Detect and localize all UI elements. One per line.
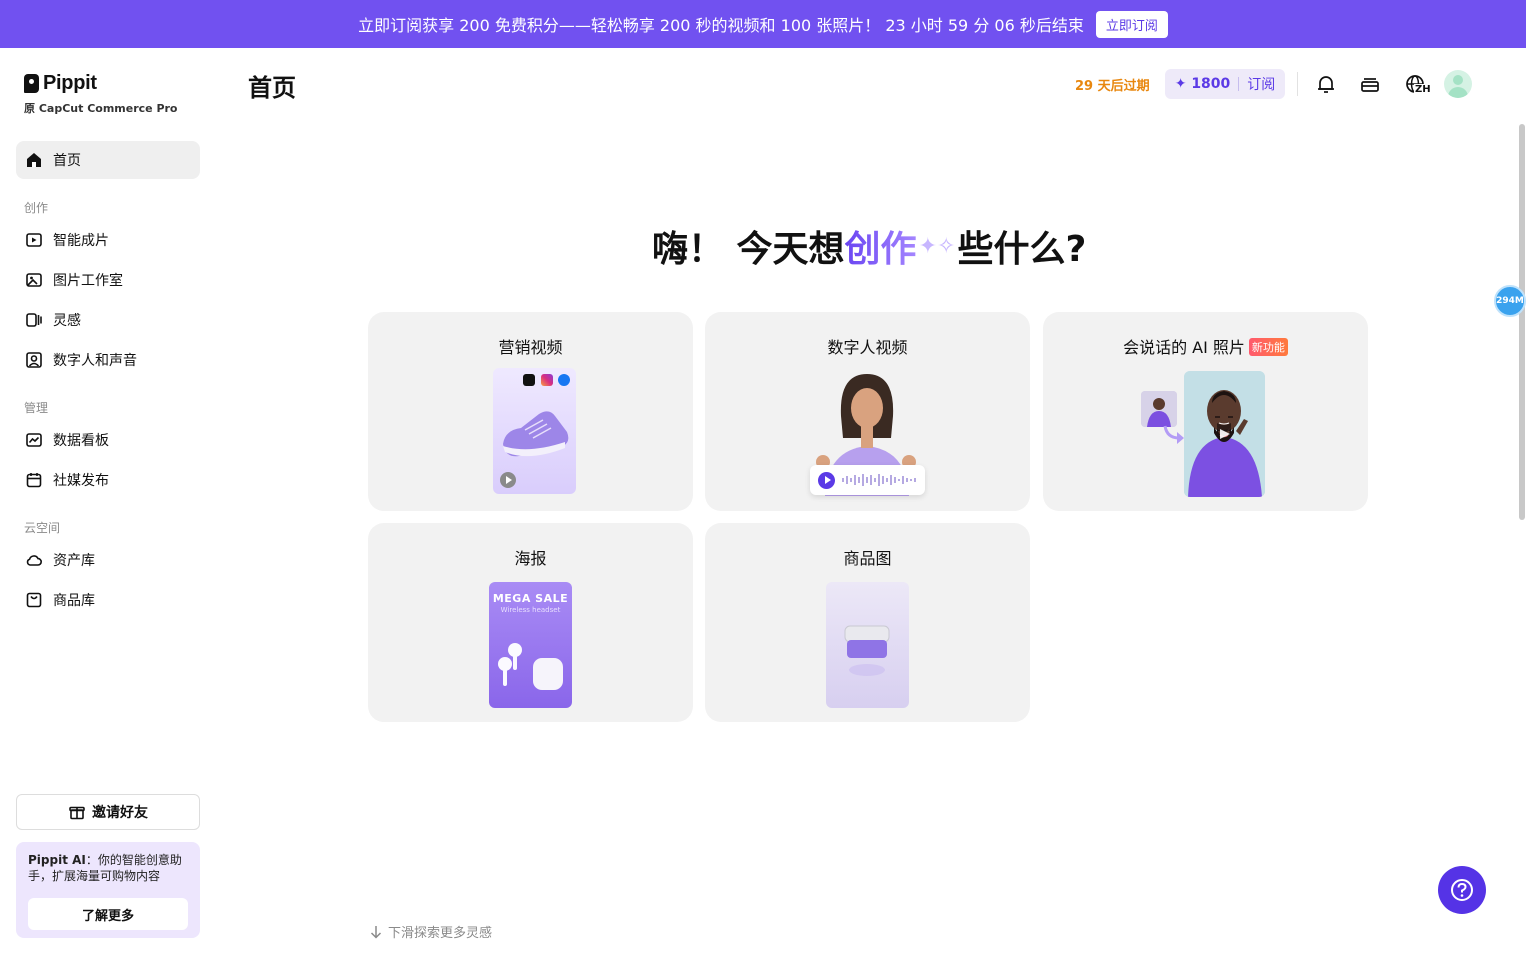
- sidebar-item-inspiration[interactable]: 灵感: [16, 302, 200, 338]
- sidebar-item-label: 灵感: [53, 313, 81, 329]
- waveform-icon: [842, 474, 916, 486]
- sidebar-item-label: 智能成片: [53, 233, 109, 249]
- sidebar-item-image-studio[interactable]: 图片工作室: [16, 262, 200, 298]
- home-icon: [25, 151, 43, 169]
- product-thumbnail: [826, 582, 909, 708]
- logo-subtitle: 原 CapCut Commerce Pro: [24, 102, 178, 115]
- sidebar-item-label: 数字人和声音: [53, 353, 137, 369]
- notification-bell-icon[interactable]: [1314, 72, 1338, 96]
- section-label-cloud: 云空间: [24, 521, 61, 535]
- sidebar-item-home[interactable]: 首页: [16, 141, 200, 179]
- credits-value: 1800: [1191, 76, 1231, 92]
- tiktok-icon: [523, 374, 535, 386]
- invite-friends-button[interactable]: 邀请好友: [16, 794, 200, 830]
- analytics-icon: [25, 431, 43, 449]
- earbuds-image: [498, 643, 563, 690]
- sidebar-item-analytics[interactable]: 数据看板: [16, 422, 200, 458]
- sidebar: Pippit 原 CapCut Commerce Pro 首页 创作 智能成片 …: [0, 48, 216, 954]
- section-label-create: 创作: [24, 201, 49, 215]
- sidebar-item-label: 社媒发布: [53, 473, 109, 489]
- credits-value-wrap: ✦ 1800: [1175, 76, 1231, 92]
- divider: [1238, 77, 1240, 91]
- card-title: 商品图: [843, 549, 892, 568]
- promo-banner: 立即订阅获享 200 免费积分——轻松畅享 200 秒的视频和 100 张照片！…: [0, 0, 1526, 48]
- card-talking-ai-photo[interactable]: 会说话的 AI 照片 新功能: [1043, 312, 1368, 511]
- audio-waveform-player[interactable]: [810, 465, 925, 495]
- cream-jar-image: [844, 625, 890, 676]
- card-title: 会说话的 AI 照片: [1123, 338, 1245, 357]
- hero-part2: 些什么?: [957, 229, 1087, 270]
- language-code: ZH: [1414, 84, 1432, 95]
- header-divider: [1297, 72, 1298, 96]
- logo-text: Pippit: [43, 72, 97, 94]
- sidebar-item-label: 首页: [53, 153, 81, 169]
- facebook-icon: [558, 374, 570, 386]
- hero-part1: 嗨！ 今天想: [652, 229, 845, 270]
- card-title: 海报: [514, 549, 547, 568]
- subscribe-now-button[interactable]: 立即订阅: [1095, 10, 1168, 38]
- promo-text: 立即订阅获享 200 免费积分——轻松畅享 200 秒的视频和 100 张照片！…: [358, 16, 1084, 35]
- hero-heading: 嗨！ 今天想 创作 ✦✧ 些什么?: [652, 220, 1086, 272]
- sidebar-item-label: 图片工作室: [53, 273, 123, 289]
- gift-icon: [68, 803, 86, 821]
- card-digital-human-video[interactable]: 数字人视频: [705, 312, 1030, 511]
- poster-subline: Wireless headset: [500, 606, 561, 614]
- ai-card-brand: Pippit AI: [28, 853, 86, 867]
- smart-video-icon: [25, 231, 43, 249]
- page-title: 首页: [248, 74, 296, 102]
- sparkle-icon: ✦: [1174, 76, 1187, 92]
- question-mark-icon: [1451, 879, 1473, 901]
- image-studio-icon: [25, 271, 43, 289]
- sparkle-icon: ✦✧: [918, 233, 956, 259]
- poster-thumbnail: MEGA SALE Wireless headset: [489, 582, 572, 708]
- play-icon: [500, 472, 516, 488]
- inspiration-icon: [25, 311, 43, 329]
- sneaker-image: [503, 411, 569, 457]
- sidebar-item-label: 数据看板: [53, 433, 109, 449]
- instagram-icon: [541, 374, 553, 386]
- play-icon: [818, 471, 835, 489]
- hero-accent: 创作: [845, 220, 917, 272]
- talking-photo-image: [1184, 371, 1265, 497]
- scroll-hint-text: 下滑探索更多灵感: [388, 926, 493, 941]
- expire-notice[interactable]: 29 天后过期: [1075, 75, 1150, 94]
- sidebar-item-products[interactable]: 商品库: [16, 582, 200, 618]
- memory-badge[interactable]: 294M: [1494, 285, 1526, 317]
- sidebar-item-assets[interactable]: 资产库: [16, 542, 200, 578]
- credits-badge[interactable]: ✦ 1800 订阅: [1165, 69, 1285, 99]
- card-title-wrap: 会说话的 AI 照片 新功能: [1043, 334, 1368, 358]
- product-library-icon: [25, 591, 43, 609]
- learn-more-button[interactable]: 了解更多: [28, 898, 188, 930]
- scroll-hint: 下滑探索更多灵感: [370, 922, 492, 941]
- marketing-video-thumbnail: [493, 368, 576, 494]
- logo[interactable]: Pippit: [24, 72, 97, 95]
- poster-headline: MEGA SALE: [492, 592, 569, 605]
- avatar-voice-icon: [25, 351, 43, 369]
- sidebar-item-label: 商品库: [53, 593, 95, 609]
- card-poster[interactable]: 海报 MEGA SALE Wireless headset: [368, 523, 693, 722]
- sidebar-item-smart-video[interactable]: 智能成片: [16, 222, 200, 258]
- section-label-manage: 管理: [24, 401, 49, 415]
- new-feature-badge: 新功能: [1248, 338, 1288, 356]
- card-title: 营销视频: [498, 338, 563, 357]
- pippit-logo-icon: [24, 74, 39, 93]
- card-product-image[interactable]: 商品图: [705, 523, 1030, 722]
- sidebar-item-avatar-voice[interactable]: 数字人和声音: [16, 342, 200, 378]
- pippit-ai-card: Pippit AI：你的智能创意助手，扩展海量可购物内容 了解更多: [16, 842, 200, 938]
- ai-card-text: Pippit AI：你的智能创意助手，扩展海量可购物内容: [28, 852, 188, 884]
- card-title: 数字人视频: [827, 338, 908, 357]
- storage-icon[interactable]: [1358, 72, 1382, 96]
- calendar-icon: [25, 471, 43, 489]
- help-button[interactable]: [1438, 866, 1486, 914]
- arrow-down-icon: [370, 925, 382, 939]
- sidebar-item-label: 资产库: [53, 553, 95, 569]
- subscribe-link[interactable]: 订阅: [1247, 74, 1275, 94]
- cloud-icon: [25, 551, 43, 569]
- card-marketing-video[interactable]: 营销视频: [368, 312, 693, 511]
- scrollbar[interactable]: [1519, 124, 1525, 520]
- user-avatar[interactable]: [1444, 70, 1472, 98]
- invite-label: 邀请好友: [92, 805, 148, 821]
- sidebar-item-social-publish[interactable]: 社媒发布: [16, 462, 200, 498]
